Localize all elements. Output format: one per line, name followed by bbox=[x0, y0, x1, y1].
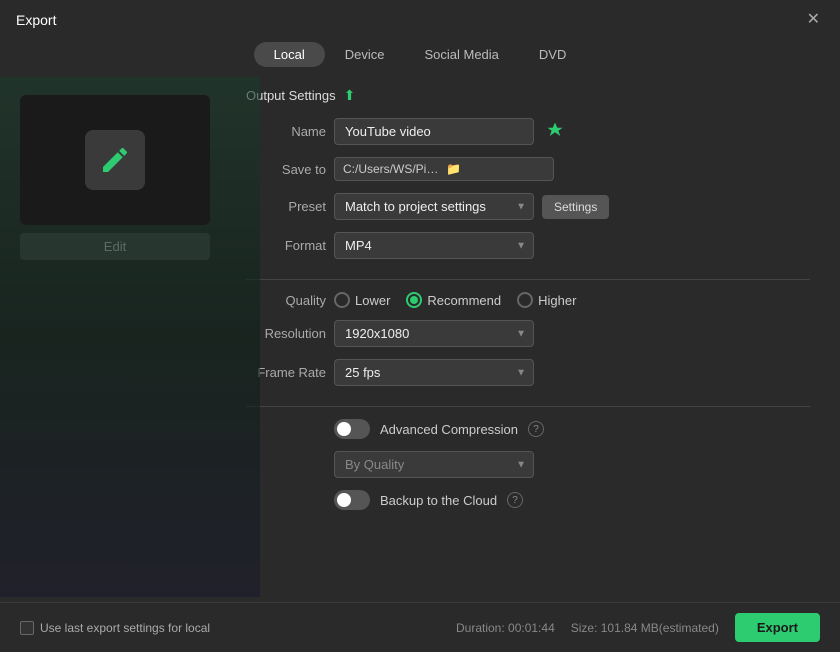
frame-rate-row: Frame Rate 25 fps ▼ bbox=[246, 359, 810, 386]
left-panel: Edit bbox=[20, 87, 220, 592]
backup-cloud-label: Backup to the Cloud bbox=[380, 493, 497, 508]
output-settings-icon: ⬆ bbox=[344, 87, 356, 104]
format-select[interactable]: MP4 bbox=[334, 232, 534, 259]
format-row: Format MP4 ▼ bbox=[246, 232, 810, 259]
divider-2 bbox=[246, 406, 810, 407]
format-select-wrap: MP4 ▼ bbox=[334, 232, 534, 259]
radio-lower bbox=[334, 292, 350, 308]
tab-dvd[interactable]: DVD bbox=[519, 42, 586, 67]
preview-thumbnail bbox=[20, 95, 210, 225]
quality-row: Quality Lower Recommend Higher bbox=[246, 292, 810, 308]
modal-title: Export bbox=[16, 12, 56, 28]
by-quality-row: By Quality ▼ bbox=[246, 451, 810, 478]
name-row: Name bbox=[246, 118, 810, 145]
duration-info: Duration: 00:01:44 bbox=[456, 621, 555, 635]
advanced-compression-row: Advanced Compression ? bbox=[246, 419, 810, 439]
quality-recommend-label: Recommend bbox=[427, 293, 501, 308]
resolution-select[interactable]: 1920x1080 bbox=[334, 320, 534, 347]
quality-higher-option[interactable]: Higher bbox=[517, 292, 576, 308]
frame-rate-select[interactable]: 25 fps bbox=[334, 359, 534, 386]
quality-higher-label: Higher bbox=[538, 293, 576, 308]
advanced-compression-label: Advanced Compression bbox=[380, 422, 518, 437]
radio-higher bbox=[517, 292, 533, 308]
tab-device[interactable]: Device bbox=[325, 42, 405, 67]
toggle-slider-compression bbox=[334, 419, 370, 439]
main-content: Edit Output Settings ⬆ Name Sav bbox=[0, 77, 840, 602]
close-button[interactable]: ✕ bbox=[803, 10, 824, 30]
path-value: C:/Users/WS/Pictures/marvel bbox=[343, 162, 442, 176]
edit-pencil-icon bbox=[99, 144, 131, 176]
tab-bar: Local Device Social Media DVD bbox=[0, 36, 840, 77]
last-export-checkbox[interactable] bbox=[20, 621, 34, 635]
output-settings-header: Output Settings ⬆ bbox=[246, 87, 810, 104]
quality-recommend-option[interactable]: Recommend bbox=[406, 292, 501, 308]
frame-rate-select-wrap: 25 fps ▼ bbox=[334, 359, 534, 386]
folder-icon[interactable]: 📁 bbox=[446, 162, 545, 176]
by-quality-select-wrap: By Quality ▼ bbox=[334, 451, 534, 478]
toggle-slider-backup bbox=[334, 490, 370, 510]
backup-cloud-toggle[interactable] bbox=[334, 490, 370, 510]
backup-cloud-row: Backup to the Cloud ? bbox=[246, 490, 810, 510]
quality-lower-label: Lower bbox=[355, 293, 390, 308]
advanced-compression-help-icon[interactable]: ? bbox=[528, 421, 544, 437]
settings-button[interactable]: Settings bbox=[542, 195, 609, 219]
name-input[interactable] bbox=[334, 118, 534, 145]
resolution-select-wrap: 1920x1080 ▼ bbox=[334, 320, 534, 347]
preview-icon-container bbox=[85, 130, 145, 190]
quality-radio-group: Lower Recommend Higher bbox=[334, 292, 576, 308]
last-export-label: Use last export settings for local bbox=[40, 621, 210, 635]
footer: Use last export settings for local Durat… bbox=[0, 602, 840, 652]
preset-select[interactable]: Match to project settings bbox=[334, 193, 534, 220]
quality-lower-option[interactable]: Lower bbox=[334, 292, 390, 308]
tab-local[interactable]: Local bbox=[254, 42, 325, 67]
title-bar: Export ✕ bbox=[0, 0, 840, 36]
preset-select-wrap: Match to project settings ▼ bbox=[334, 193, 534, 220]
path-input[interactable]: C:/Users/WS/Pictures/marvel 📁 bbox=[334, 157, 554, 181]
backup-cloud-help-icon[interactable]: ? bbox=[507, 492, 523, 508]
save-to-row: Save to C:/Users/WS/Pictures/marvel 📁 bbox=[246, 157, 810, 181]
divider-1 bbox=[246, 279, 810, 280]
export-modal: Export ✕ Local Device Social Media DVD E… bbox=[0, 0, 840, 652]
by-quality-select[interactable]: By Quality bbox=[334, 451, 534, 478]
right-panel: Output Settings ⬆ Name Save to C:/Users/… bbox=[236, 87, 820, 587]
radio-recommend bbox=[406, 292, 422, 308]
size-info: Size: 101.84 MB(estimated) bbox=[571, 621, 719, 635]
ai-button[interactable] bbox=[542, 119, 568, 144]
preset-row: Preset Match to project settings ▼ Setti… bbox=[246, 193, 810, 220]
export-button[interactable]: Export bbox=[735, 613, 820, 642]
last-export-settings-wrap: Use last export settings for local bbox=[20, 621, 210, 635]
resolution-row: Resolution 1920x1080 ▼ bbox=[246, 320, 810, 347]
ai-icon bbox=[546, 121, 564, 139]
advanced-compression-toggle[interactable] bbox=[334, 419, 370, 439]
tab-social-media[interactable]: Social Media bbox=[404, 42, 518, 67]
